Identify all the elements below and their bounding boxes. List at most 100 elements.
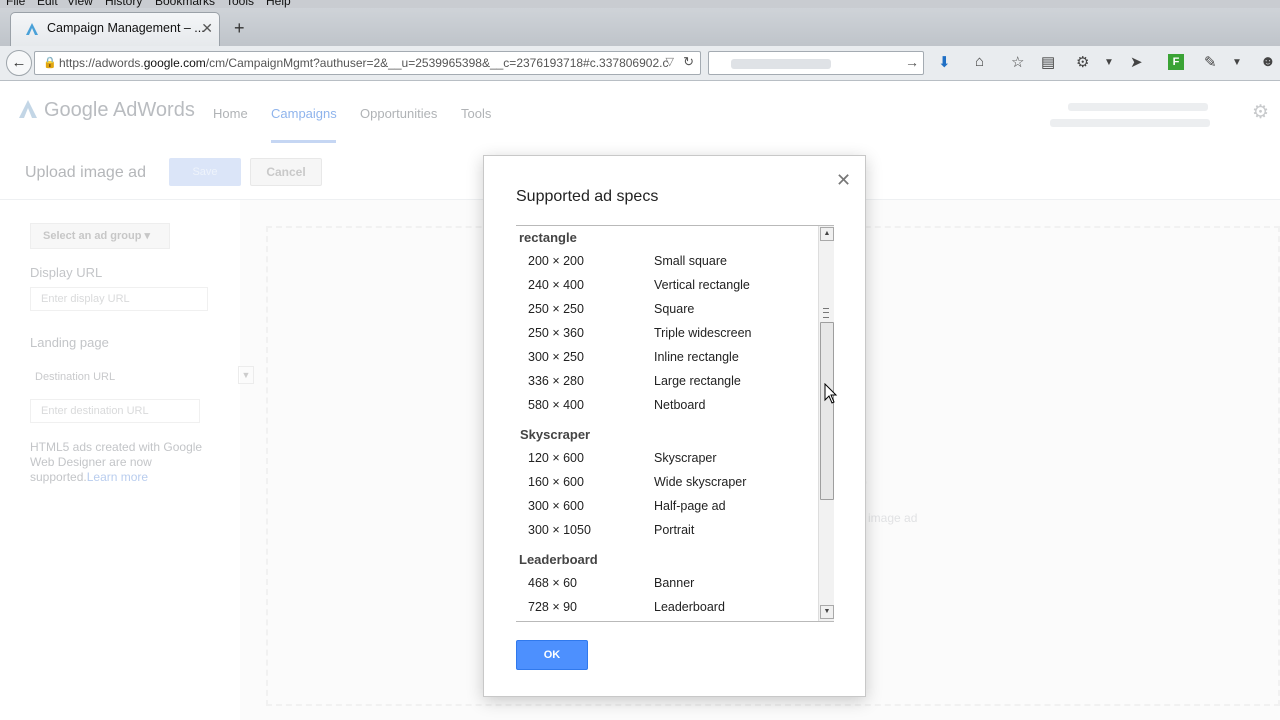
adwords-logo-icon [19,100,37,118]
spec-name: Banner [654,576,695,590]
cancel-button[interactable]: Cancel [250,158,322,186]
adwords-header: Google AdWords Home Campaigns Opportunit… [0,81,1280,144]
nav-home[interactable]: Home [213,106,248,121]
spec-name: Leaderboard [654,600,725,614]
spec-size: 300 × 250 [528,350,584,364]
page-title: Upload image ad [25,164,146,181]
spec-name: Netboard [654,398,706,412]
reading-list-icon[interactable]: ▤ [1041,53,1055,71]
go-arrow-icon[interactable]: → [905,54,919,70]
menu-bar: File Edit View History Bookmarks Tools H… [0,0,1280,8]
tab-close-icon[interactable]: ✕ [201,20,213,37]
nav-active-indicator [271,140,336,143]
ad-group-select[interactable]: Select an ad group ▾ [30,223,170,249]
spec-name: Portrait [654,523,695,537]
navigation-bar: ← 🔒 https://adwords.google.com/cm/Campai… [0,46,1280,81]
destination-url-field[interactable]: Enter destination URL [30,399,200,423]
menu-history[interactable]: History [105,0,142,8]
url-prefix: https://adwords. [59,56,144,70]
spec-size: 300 × 600 [528,499,584,513]
url-domain: google.com [143,56,206,70]
section-skyscraper: Skyscraper [520,427,591,442]
spec-size: 200 × 200 [528,254,584,268]
section-rectangle: rectangle [519,230,577,245]
save-button[interactable]: Save [169,158,241,186]
drop-zone-hint: e image ad [858,511,918,525]
bookmark-star-icon[interactable]: ☆ [1011,53,1024,71]
dialog-title: Supported ad specs [516,188,659,205]
spec-name: Large rectangle [654,374,741,388]
download-icon[interactable]: ⬇ [938,53,951,71]
search-bar-blurred-text [731,59,831,69]
spec-size: 300 × 1050 [528,523,591,537]
spec-size: 160 × 600 [528,475,584,489]
spec-name: Small square [654,254,727,268]
home-icon[interactable]: ⌂ [975,53,984,70]
close-icon[interactable]: ✕ [836,170,851,191]
lock-icon: 🔒 [43,57,57,69]
supported-ad-specs-dialog: Supported ad specs ✕ rectangle 200 × 200… [483,155,866,697]
reload-icon[interactable]: ↻ [683,54,694,70]
url-dropdown-icon[interactable]: ▽ [666,55,674,68]
scroll-up-icon[interactable]: ▲ [820,227,834,241]
new-tab-icon[interactable]: + [234,18,245,39]
settings-dropdown-icon[interactable]: ▼ [1104,57,1114,68]
scroll-down-icon[interactable]: ▼ [820,605,834,619]
ok-button[interactable]: OK [516,640,588,670]
destination-dropdown-icon[interactable]: ▼ [238,366,254,384]
account-id-blur [1050,119,1210,127]
nav-opportunities[interactable]: Opportunities [360,106,437,121]
menu-file[interactable]: File [6,0,25,8]
scrollbar-grip-icon [823,308,829,318]
menu-bookmarks[interactable]: Bookmarks [155,0,215,8]
learn-more-link[interactable]: Learn more [87,470,148,484]
tab-title: Campaign Management – ... [47,21,205,35]
spec-size: 250 × 250 [528,302,584,316]
back-button[interactable]: ← [6,50,32,76]
html5-note: HTML5 ads created with Google Web Design… [30,440,220,485]
spec-name: Half-page ad [654,499,726,513]
menu-edit[interactable]: Edit [37,0,58,8]
url-text: https://adwords.google.com/cm/CampaignMg… [59,56,668,70]
scrollbar[interactable]: ▲ ▼ [818,226,834,621]
nav-tools[interactable]: Tools [461,106,491,121]
scrollbar-thumb[interactable] [820,322,834,500]
section-leaderboard: Leaderboard [519,552,598,567]
menu-tools[interactable]: Tools [226,0,254,8]
settings-gear-icon[interactable]: ⚙ [1076,53,1089,71]
gear-icon[interactable]: ⚙ [1252,101,1269,124]
extension-dropdown-icon[interactable]: ▼ [1232,57,1242,68]
account-icon[interactable]: ☻ [1260,53,1276,70]
spec-name: Inline rectangle [654,350,739,364]
display-url-field[interactable]: Enter display URL [30,287,208,311]
menu-help[interactable]: Help [266,0,291,8]
spec-size: 250 × 360 [528,326,584,340]
spec-size: 120 × 600 [528,451,584,465]
spec-size: 468 × 60 [528,576,578,590]
logo-text: Google AdWords [44,99,195,121]
display-url-label: Display URL [30,265,103,280]
nav-campaigns[interactable]: Campaigns [271,106,337,121]
extension-icon[interactable]: ✎ [1204,53,1217,71]
adwords-logo[interactable]: Google AdWords [18,99,195,122]
account-info-blur [1068,103,1208,111]
menu-view[interactable]: View [67,0,93,8]
spec-size: 336 × 280 [528,374,584,388]
send-icon[interactable]: ➤ [1130,53,1143,71]
tab-strip: Campaign Management – ... ✕ + [0,8,1280,46]
spec-size: 728 × 90 [528,600,578,614]
search-bar[interactable]: → [708,51,924,75]
mouse-cursor-icon [824,383,838,404]
spec-name: Wide skyscraper [654,475,747,489]
landing-page-label: Landing page [30,335,109,350]
destination-url-label: Destination URL [35,371,116,383]
adwords-favicon-icon [26,23,38,35]
browser-tab[interactable]: Campaign Management – ... ✕ [10,12,220,46]
url-rest: /cm/CampaignMgmt?authuser=2&__u=25399653… [205,56,669,70]
spec-name: Vertical rectangle [654,278,750,292]
spec-size: 240 × 400 [528,278,584,292]
spec-size: 580 × 400 [528,398,584,412]
extension-f-icon[interactable]: F [1168,54,1184,70]
url-bar[interactable]: 🔒 https://adwords.google.com/cm/Campaign… [34,51,701,75]
spec-list-box[interactable]: rectangle 200 × 200 Small square 240 × 4… [516,225,834,622]
